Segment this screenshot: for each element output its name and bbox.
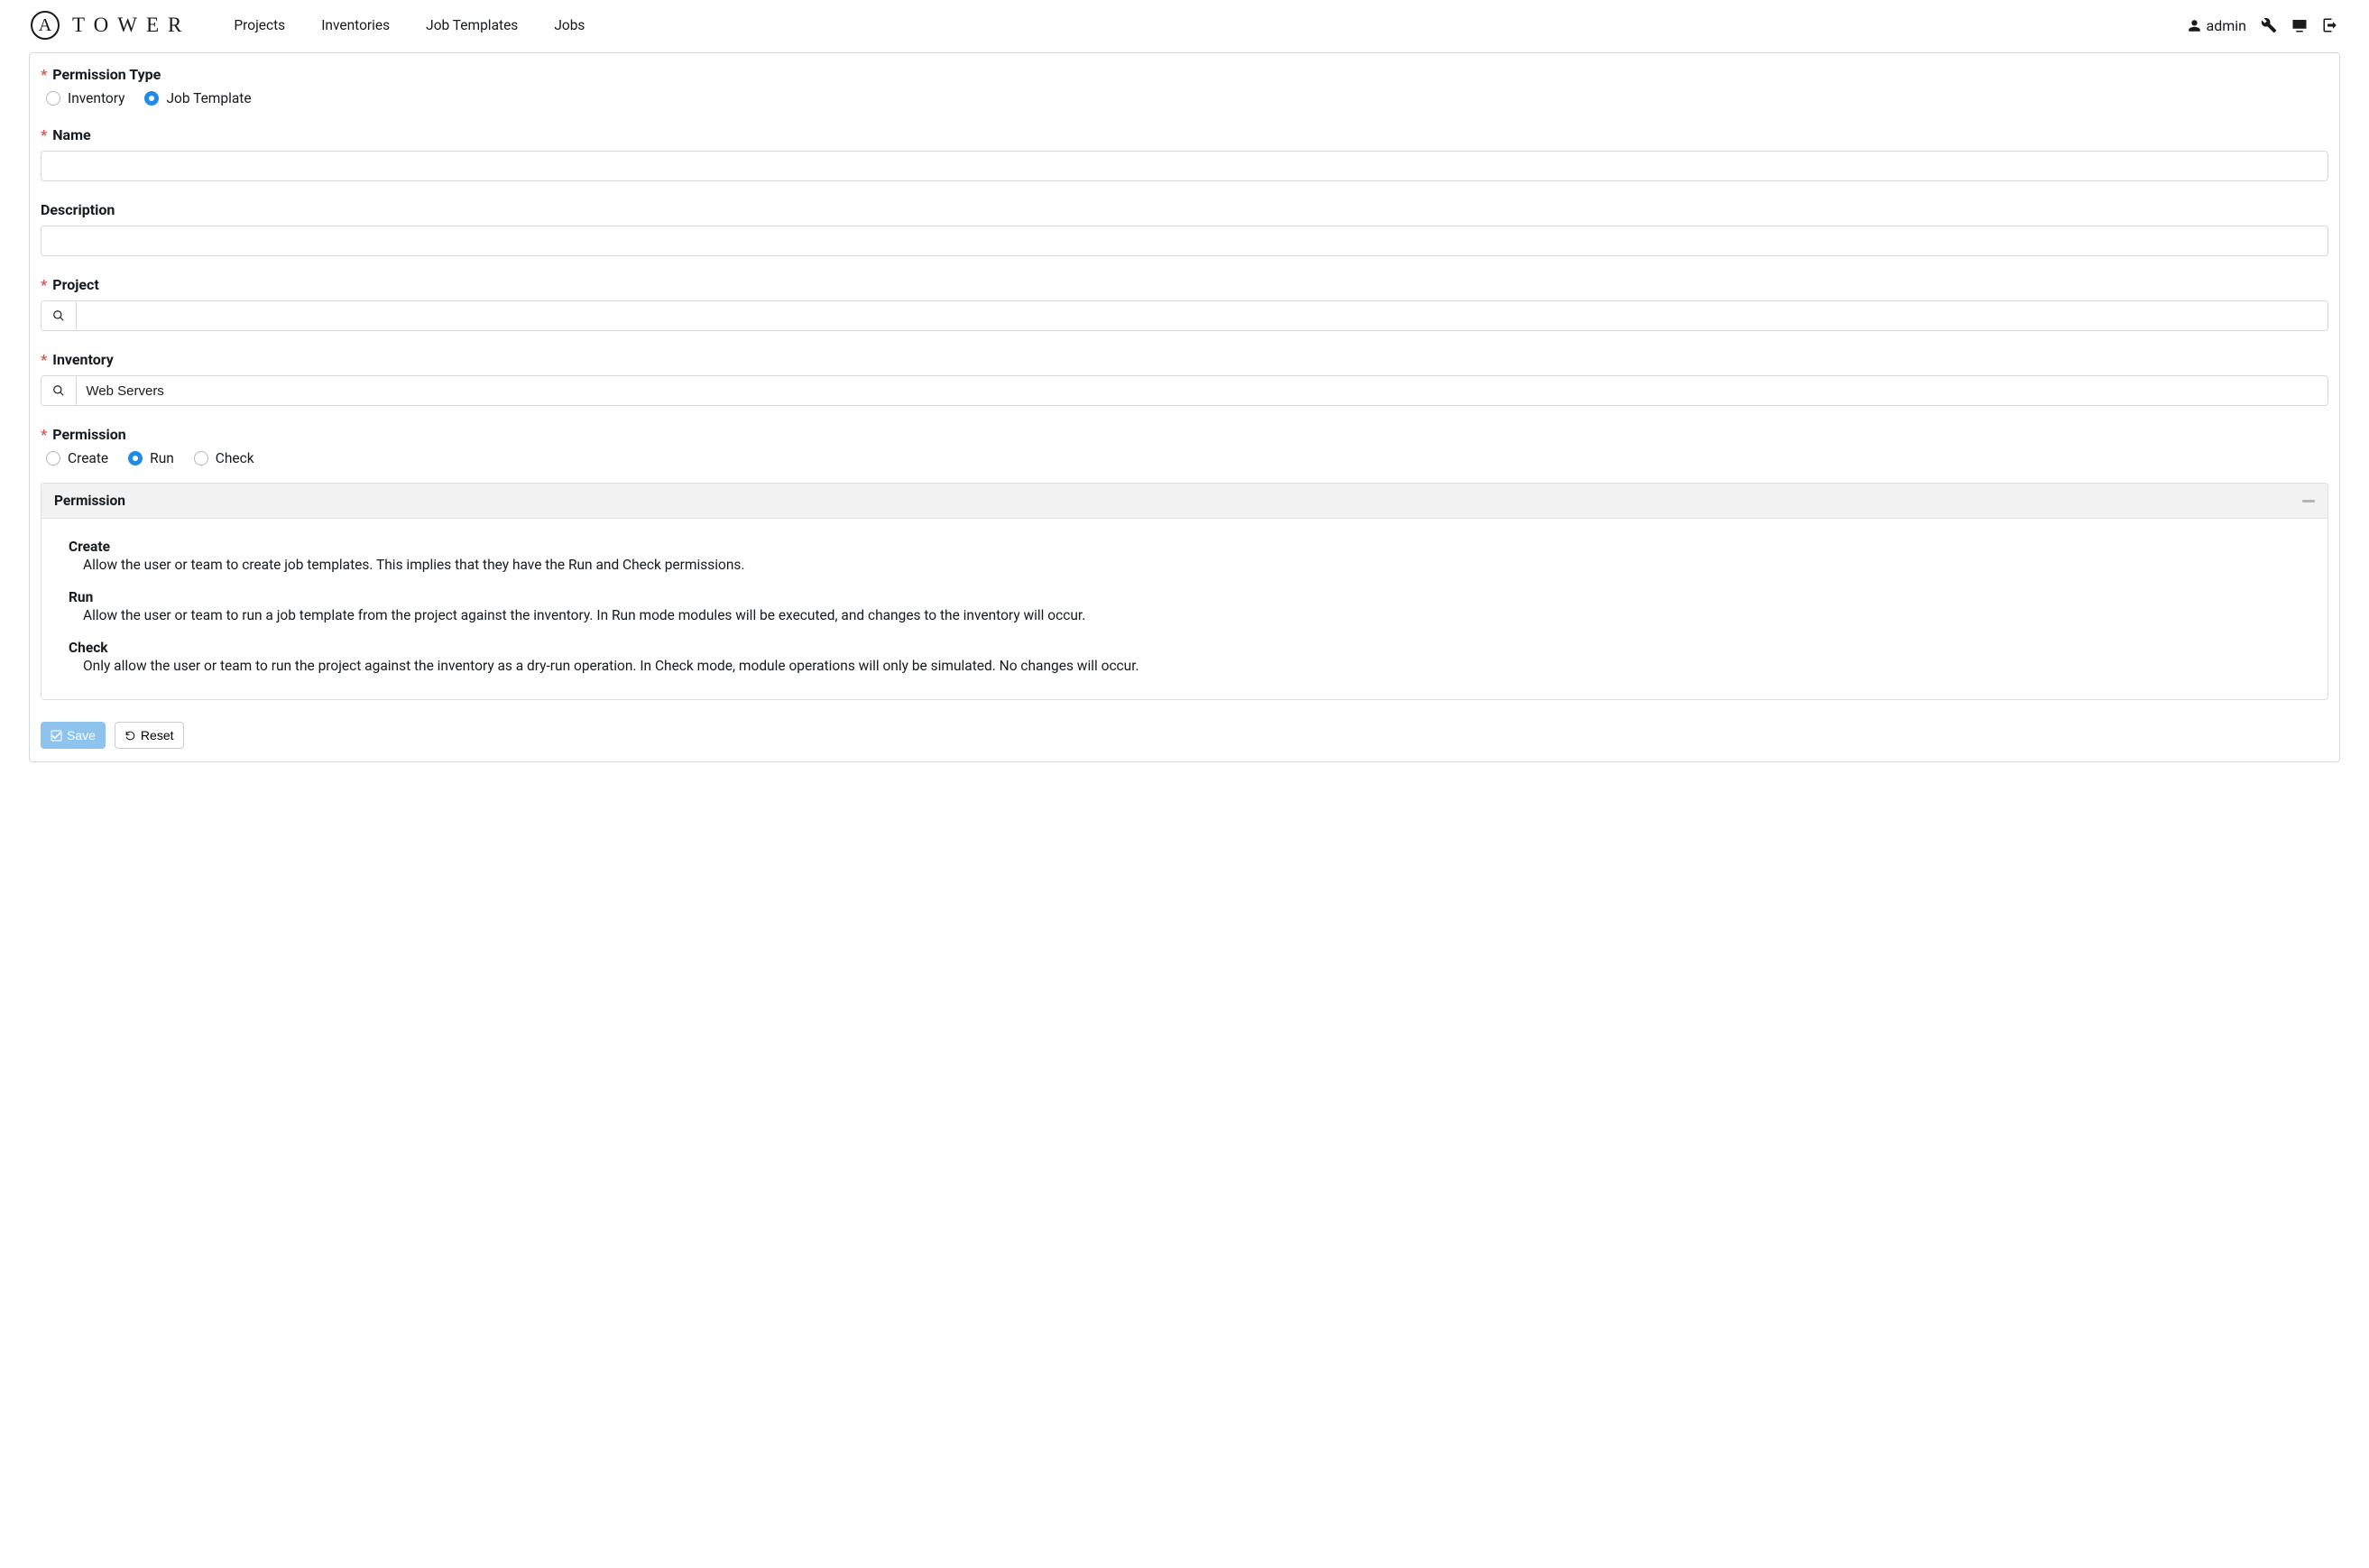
nav-jobs[interactable]: Jobs [554, 17, 585, 33]
description-input[interactable] [41, 226, 2328, 256]
project-lookup [41, 300, 2328, 331]
permission-help-header[interactable]: Permission [41, 484, 2328, 519]
current-user[interactable]: admin [2188, 17, 2246, 34]
brand[interactable]: A TOWER [31, 11, 190, 40]
radio-dot [144, 91, 159, 106]
field-name: * Name [41, 126, 2328, 181]
label-text: Project [52, 276, 99, 293]
radio-label: Job Template [166, 90, 251, 106]
radio-label: Check [216, 450, 254, 466]
search-icon [52, 309, 65, 322]
help-item-title: Check [69, 640, 2300, 656]
field-inventory: * Inventory [41, 351, 2328, 406]
help-item-title: Create [69, 539, 2300, 555]
radio-permission-create[interactable]: Create [46, 450, 108, 466]
label-name: * Name [41, 126, 2328, 143]
reset-button[interactable]: Reset [115, 722, 184, 749]
radio-permission-check[interactable]: Check [194, 450, 254, 466]
label-inventory: * Inventory [41, 351, 2328, 368]
label-text: Inventory [52, 351, 114, 368]
help-item-body: Only allow the user or team to run the p… [83, 658, 2300, 674]
form-actions: Save Reset [41, 722, 2328, 749]
radio-permission-type-inventory[interactable]: Inventory [46, 90, 124, 106]
help-item-create: Create Allow the user or team to create … [69, 539, 2300, 573]
label-description: Description [41, 201, 2328, 218]
required-marker: * [41, 426, 47, 443]
nav-inventories[interactable]: Inventories [321, 17, 390, 33]
radio-label: Create [68, 450, 108, 466]
help-item-run: Run Allow the user or team to run a job … [69, 589, 2300, 623]
permission-type-radiogroup: Inventory Job Template [41, 90, 2328, 106]
save-button[interactable]: Save [41, 722, 106, 749]
current-user-name: admin [2207, 17, 2246, 34]
logout-icon[interactable] [2322, 17, 2338, 33]
permission-form-panel: * Permission Type Inventory Job Template… [29, 52, 2340, 762]
user-icon [2188, 19, 2201, 32]
radio-dot [46, 91, 60, 106]
portal-icon[interactable] [2291, 17, 2308, 33]
name-input[interactable] [41, 151, 2328, 181]
label-text: Description [41, 201, 115, 218]
label-project: * Project [41, 276, 2328, 293]
radio-label: Inventory [68, 90, 124, 106]
radio-dot [194, 451, 208, 466]
label-permission-type: * Permission Type [41, 66, 2328, 83]
collapse-icon [2302, 500, 2315, 503]
main-nav: Projects Inventories Job Templates Jobs [234, 17, 585, 33]
required-marker: * [41, 351, 47, 368]
field-description: Description [41, 201, 2328, 256]
radio-permission-type-job-template[interactable]: Job Template [144, 90, 251, 106]
brand-name: TOWER [72, 14, 190, 37]
project-search-button[interactable] [41, 300, 76, 331]
topbar: A TOWER Projects Inventories Job Templat… [0, 0, 2369, 51]
topbar-right: admin [2188, 17, 2338, 34]
field-permission-type: * Permission Type Inventory Job Template [41, 66, 2328, 106]
permission-radiogroup: Create Run Check [41, 450, 2328, 466]
label-text: Permission [52, 426, 125, 443]
help-item-check: Check Only allow the user or team to run… [69, 640, 2300, 674]
label-text: Name [52, 126, 90, 143]
required-marker: * [41, 126, 47, 143]
help-title: Permission [54, 493, 125, 509]
field-project: * Project [41, 276, 2328, 331]
required-marker: * [41, 66, 47, 83]
button-label: Save [67, 728, 96, 742]
project-input[interactable] [76, 300, 2328, 331]
field-permission: * Permission Create Run Check Permission [41, 426, 2328, 700]
radio-permission-run[interactable]: Run [128, 450, 174, 466]
permission-help-body: Create Allow the user or team to create … [41, 519, 2328, 699]
radio-label: Run [150, 450, 174, 466]
help-item-body: Allow the user or team to create job tem… [83, 557, 2300, 573]
help-item-body: Allow the user or team to run a job temp… [83, 607, 2300, 623]
label-permission: * Permission [41, 426, 2328, 443]
inventory-search-button[interactable] [41, 375, 76, 406]
inventory-lookup [41, 375, 2328, 406]
search-icon [52, 384, 65, 397]
setup-icon[interactable] [2261, 17, 2277, 33]
brand-mark: A [31, 11, 60, 40]
button-label: Reset [141, 728, 174, 742]
permission-help-panel: Permission Create Allow the user or team… [41, 483, 2328, 700]
undo-icon [124, 730, 136, 742]
nav-projects[interactable]: Projects [234, 17, 285, 33]
label-text: Permission Type [52, 66, 161, 83]
check-icon [51, 730, 62, 742]
nav-job-templates[interactable]: Job Templates [426, 17, 518, 33]
radio-dot [46, 451, 60, 466]
radio-dot [128, 451, 143, 466]
required-marker: * [41, 276, 47, 293]
help-item-title: Run [69, 589, 2300, 605]
inventory-input[interactable] [76, 375, 2328, 406]
